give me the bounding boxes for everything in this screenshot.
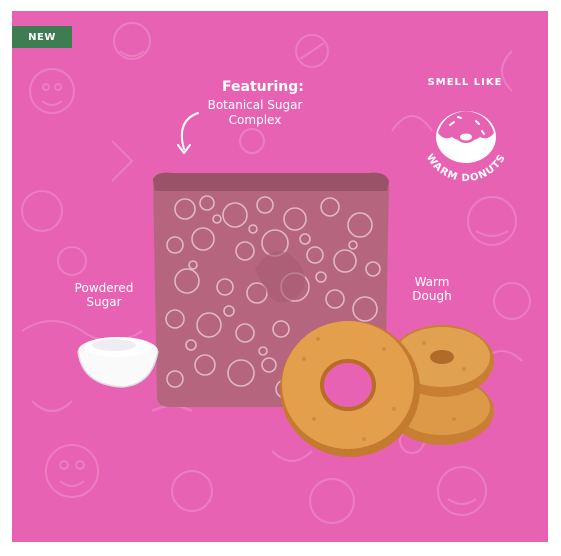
donut-icon: WARM DONUTS [424,111,507,184]
sugar-label-line-1: Powdered [74,281,134,295]
donuts-image [280,321,494,457]
product-image-card: NEW Featuring: Botanical Sugar Complex S… [12,11,548,542]
powdered-sugar-bowl-image [77,337,159,388]
dough-label-line-1: Warm [414,275,450,289]
feature-heading: Featuring: [222,79,304,95]
feature-description: Botanical Sugar Complex [200,98,310,128]
feature-line-2: Complex [228,113,282,127]
feature-line-1: Botanical Sugar [207,98,303,112]
sugar-label-line-2: Sugar [86,295,122,309]
new-badge: NEW [12,26,72,48]
curved-arrow-icon [177,112,199,154]
powdered-sugar-label: Powdered Sugar [60,281,148,309]
